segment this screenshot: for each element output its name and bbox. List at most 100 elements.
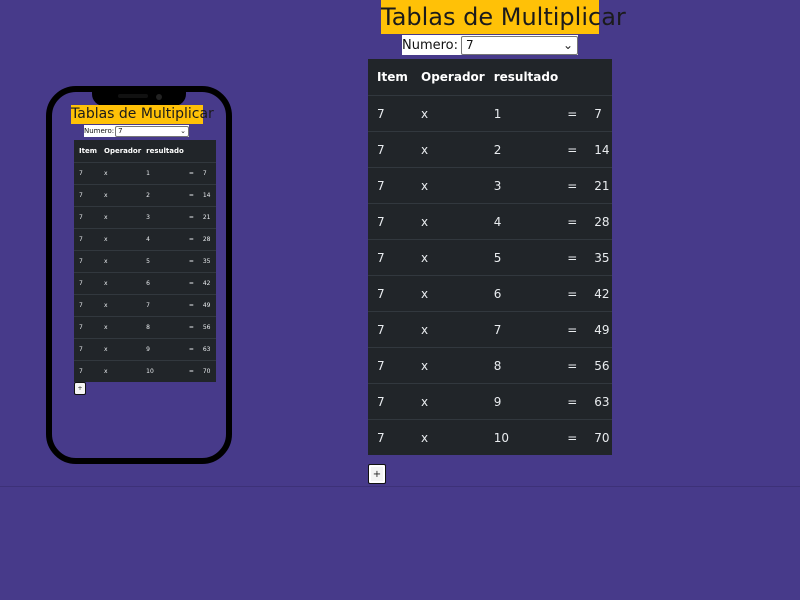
cell-equals: =: [183, 294, 198, 317]
cell-result: 35: [585, 239, 612, 276]
table-row: 7 x 5 = 35: [74, 250, 216, 273]
table-row: 7 x 7 = 49: [74, 294, 216, 317]
cell-result: 21: [197, 206, 216, 229]
phone-camera-icon: [156, 94, 162, 100]
cell-item: 7: [74, 294, 99, 317]
add-button[interactable]: +: [368, 464, 386, 484]
cell-item: 7: [74, 162, 99, 185]
cell-item: 7: [368, 239, 412, 276]
number-select[interactable]: 7 ⌄: [461, 35, 578, 55]
phone-speaker: [118, 94, 148, 98]
cell-multiplier: 3: [484, 167, 559, 204]
cell-operator: x: [99, 228, 142, 251]
cell-result: 49: [585, 311, 612, 348]
cell-result: 14: [585, 131, 612, 168]
cell-result: 63: [585, 383, 612, 420]
cell-multiplier: 5: [484, 239, 559, 276]
table-row: 7 x 8 = 56: [368, 347, 612, 384]
table-row: 7 x 1 = 7: [74, 162, 216, 185]
cell-operator: x: [99, 184, 142, 207]
cell-result: 49: [197, 294, 216, 317]
cell-result: 63: [197, 338, 216, 361]
phone-add-button[interactable]: +: [74, 382, 86, 395]
cell-operator: x: [99, 206, 142, 229]
cell-item: 7: [74, 272, 99, 295]
cell-result: 70: [197, 360, 216, 382]
divider: [0, 486, 800, 487]
chevron-down-icon: ⌄: [562, 38, 573, 52]
cell-multiplier: 8: [484, 347, 559, 384]
cell-operator: x: [99, 250, 142, 273]
cell-equals: =: [558, 95, 586, 132]
table-row: 7 x 6 = 42: [368, 275, 612, 312]
cell-equals: =: [183, 162, 198, 185]
cell-item: 7: [74, 228, 99, 251]
chevron-down-icon: ⌄: [180, 127, 186, 135]
cell-equals: =: [183, 338, 198, 361]
cell-multiplier: 9: [141, 338, 184, 361]
phone-number-label: Numero:: [84, 127, 115, 135]
phone-number-selector: Numero: 7 ⌄: [84, 125, 189, 137]
cell-operator: x: [412, 275, 485, 312]
cell-equals: =: [558, 131, 586, 168]
cell-result: 56: [585, 347, 612, 384]
table-row: 7 x 4 = 28: [368, 203, 612, 240]
cell-multiplier: 1: [484, 95, 559, 132]
phone-number-select-value: 7: [118, 127, 123, 135]
table-row: 7 x 10 = 70: [368, 419, 612, 455]
cell-operator: x: [99, 316, 142, 339]
phone-number-select[interactable]: 7 ⌄: [115, 125, 189, 137]
cell-result: 70: [585, 419, 612, 455]
cell-item: 7: [368, 203, 412, 240]
cell-multiplier: 4: [484, 203, 559, 240]
cell-equals: =: [558, 419, 586, 455]
cell-item: 7: [368, 419, 412, 455]
cell-item: 7: [368, 167, 412, 204]
table-row: 7 x 6 = 42: [74, 272, 216, 295]
cell-multiplier: 1: [141, 162, 184, 185]
cell-equals: =: [183, 272, 198, 295]
cell-operator: x: [412, 383, 485, 420]
cell-item: 7: [368, 95, 412, 132]
header-result: resultado: [493, 70, 559, 84]
cell-equals: =: [183, 184, 198, 207]
cell-item: 7: [74, 250, 99, 273]
table-row: 7 x 4 = 28: [74, 228, 216, 251]
cell-multiplier: 10: [141, 360, 184, 382]
header-operator: Operador: [104, 147, 142, 155]
number-select-value: 7: [466, 38, 474, 52]
header-result: resultado: [146, 147, 184, 155]
number-selector: Numero: 7 ⌄: [402, 35, 578, 55]
cell-operator: x: [412, 203, 485, 240]
cell-item: 7: [368, 311, 412, 348]
multiplication-table: Item Operador resultado 7 x 1 = 7 7 x 2 = 14 7 x 3 = 2…: [368, 59, 612, 455]
cell-operator: x: [412, 347, 485, 384]
cell-item: 7: [74, 338, 99, 361]
cell-equals: =: [183, 228, 198, 251]
cell-item: 7: [368, 347, 412, 384]
cell-multiplier: 6: [141, 272, 184, 295]
cell-result: 42: [585, 275, 612, 312]
cell-equals: =: [183, 250, 198, 273]
cell-item: 7: [368, 275, 412, 312]
cell-operator: x: [412, 311, 485, 348]
cell-result: 21: [585, 167, 612, 204]
cell-equals: =: [183, 360, 198, 382]
cell-item: 7: [74, 184, 99, 207]
cell-multiplier: 3: [141, 206, 184, 229]
cell-equals: =: [558, 275, 586, 312]
cell-multiplier: 5: [141, 250, 184, 273]
cell-multiplier: 2: [484, 131, 559, 168]
cell-result: 7: [585, 95, 612, 132]
cell-operator: x: [412, 419, 485, 455]
cell-item: 7: [74, 206, 99, 229]
cell-multiplier: 4: [141, 228, 184, 251]
cell-result: 28: [585, 203, 612, 240]
cell-result: 56: [197, 316, 216, 339]
table-row: 7 x 7 = 49: [368, 311, 612, 348]
header-item: Item: [79, 147, 97, 155]
cell-multiplier: 2: [141, 184, 184, 207]
plus-icon: +: [372, 468, 382, 480]
cell-item: 7: [74, 360, 99, 382]
cell-multiplier: 7: [141, 294, 184, 317]
